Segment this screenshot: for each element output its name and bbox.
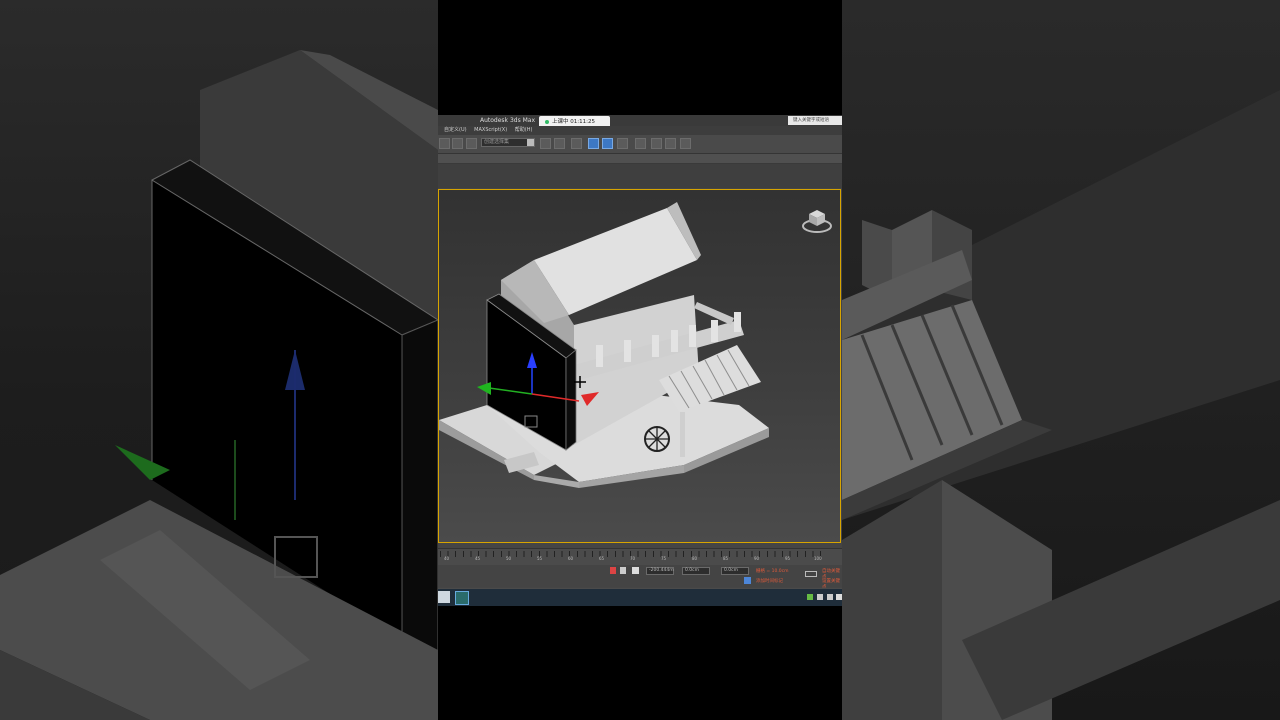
- post-2: [624, 340, 631, 362]
- menu-help[interactable]: 帮助(H): [515, 127, 533, 133]
- x-coordinate-field[interactable]: -200.444m: [646, 567, 674, 575]
- app-title: Autodesk 3ds Max: [480, 117, 536, 124]
- time-tag-icon[interactable]: [744, 577, 751, 584]
- named-selection-set-dropdown[interactable]: 创建选择集: [481, 138, 535, 147]
- menu-customize[interactable]: 自定义(U): [444, 127, 467, 133]
- mirror-button[interactable]: [540, 138, 551, 149]
- ribbon-panel: [438, 164, 842, 188]
- recording-dot-icon: [545, 119, 549, 124]
- material-editor-button[interactable]: [635, 138, 646, 149]
- render-setup-button[interactable]: [651, 138, 662, 149]
- os-taskbar: [438, 588, 842, 606]
- post-5: [689, 325, 696, 347]
- main-toolbar: 创建选择集: [438, 135, 842, 154]
- viewcube-icon[interactable]: [801, 204, 833, 234]
- wagon-wheel: [644, 426, 670, 452]
- graphite-toggle-button[interactable]: [588, 138, 599, 149]
- post-6: [711, 320, 718, 342]
- pin-icon[interactable]: [610, 567, 616, 574]
- tray-notification-icon[interactable]: [836, 594, 842, 600]
- perspective-viewport[interactable]: [438, 189, 841, 543]
- platform-main-front: [534, 475, 579, 488]
- tray-icon[interactable]: [807, 594, 813, 600]
- render-teapot-button[interactable]: [680, 138, 691, 149]
- add-time-tag-button[interactable]: 添加时间标记: [756, 578, 783, 584]
- tray-network-icon[interactable]: [817, 594, 823, 600]
- awning-support: [680, 412, 685, 457]
- absolute-mode-icon[interactable]: [632, 567, 639, 574]
- y-coordinate-value: 0.0cm: [685, 568, 700, 573]
- tray-volume-icon[interactable]: [827, 594, 833, 600]
- curve-editor-button[interactable]: [602, 138, 613, 149]
- align-button[interactable]: [554, 138, 565, 149]
- axis-constraint-button[interactable]: [439, 138, 450, 149]
- tick-label: 65: [599, 556, 605, 561]
- rendered-frame-window-button[interactable]: [665, 138, 676, 149]
- tick-label: 50: [506, 556, 512, 561]
- video-frame: Autodesk 3ds Max 上课中 01:11:25 键入关键字或短语 自…: [438, 0, 842, 720]
- tick-label: 60: [568, 556, 574, 561]
- post-1: [596, 345, 603, 367]
- key-icon[interactable]: [805, 571, 817, 577]
- track-bar[interactable]: 40 45 50 55 60 65 70 75 80 85 90 95 100: [438, 548, 842, 565]
- schematic-view-button[interactable]: [617, 138, 628, 149]
- timeline-tick-labels: 40 45 50 55 60 65 70 75 80 85 90 95 100: [438, 556, 842, 564]
- gizmo-y-arrow-icon[interactable]: [477, 382, 491, 395]
- post-7: [734, 312, 741, 332]
- named-selection-set-value: 创建选择集: [484, 139, 510, 145]
- background-blur-left: [0, 0, 438, 720]
- post-4: [671, 330, 678, 352]
- lock-icon[interactable]: [620, 567, 626, 574]
- taskbar-explorer-icon[interactable]: [438, 591, 450, 603]
- layer-button[interactable]: [452, 138, 463, 149]
- help-search-input[interactable]: 键入关键字或短语: [788, 116, 842, 125]
- scene-render: [439, 202, 769, 488]
- tick-label: 100: [814, 556, 822, 561]
- tick-label: 75: [661, 556, 667, 561]
- tick-label: 70: [630, 556, 636, 561]
- menu-bar: 自定义(U) MAXScript(X) 帮助(H): [438, 126, 842, 135]
- background-scene-right: [842, 90, 1280, 720]
- taskbar-3dsmax-icon[interactable]: [455, 591, 469, 605]
- title-bar: Autodesk 3ds Max 上课中 01:11:25 键入关键字或短语: [438, 115, 842, 128]
- tick-label: 55: [537, 556, 543, 561]
- recording-label: 上课中 01:11:25: [552, 119, 595, 125]
- tick-label: 45: [475, 556, 481, 561]
- z-coordinate-field[interactable]: 0.0cm: [721, 567, 749, 575]
- tick-label: 80: [692, 556, 698, 561]
- background-blur-right: [842, 0, 1280, 720]
- post-3: [652, 335, 659, 357]
- edit-named-selection-button[interactable]: [466, 138, 477, 149]
- layer-explorer-button[interactable]: [571, 138, 582, 149]
- x-coordinate-value: -200.444m: [649, 568, 674, 573]
- tick-label: 85: [723, 556, 729, 561]
- chevron-down-icon: [527, 139, 534, 146]
- app-window: Autodesk 3ds Max 上课中 01:11:25 键入关键字或短语 自…: [438, 115, 842, 606]
- background-scene-left: [0, 50, 438, 720]
- status-bar: -200.444m 0.0cm 0.0cm 栅格 = 10.0cm 添加时间标记…: [438, 565, 842, 590]
- tick-label: 95: [785, 556, 791, 561]
- grid-size-label: 栅格 = 10.0cm: [756, 569, 789, 574]
- z-coordinate-value: 0.0cm: [724, 568, 739, 573]
- y-coordinate-field[interactable]: 0.0cm: [682, 567, 710, 575]
- tick-label: 90: [754, 556, 760, 561]
- menu-maxscript[interactable]: MAXScript(X): [474, 127, 507, 133]
- ribbon-bar: [438, 154, 842, 164]
- tick-label: 40: [444, 556, 450, 561]
